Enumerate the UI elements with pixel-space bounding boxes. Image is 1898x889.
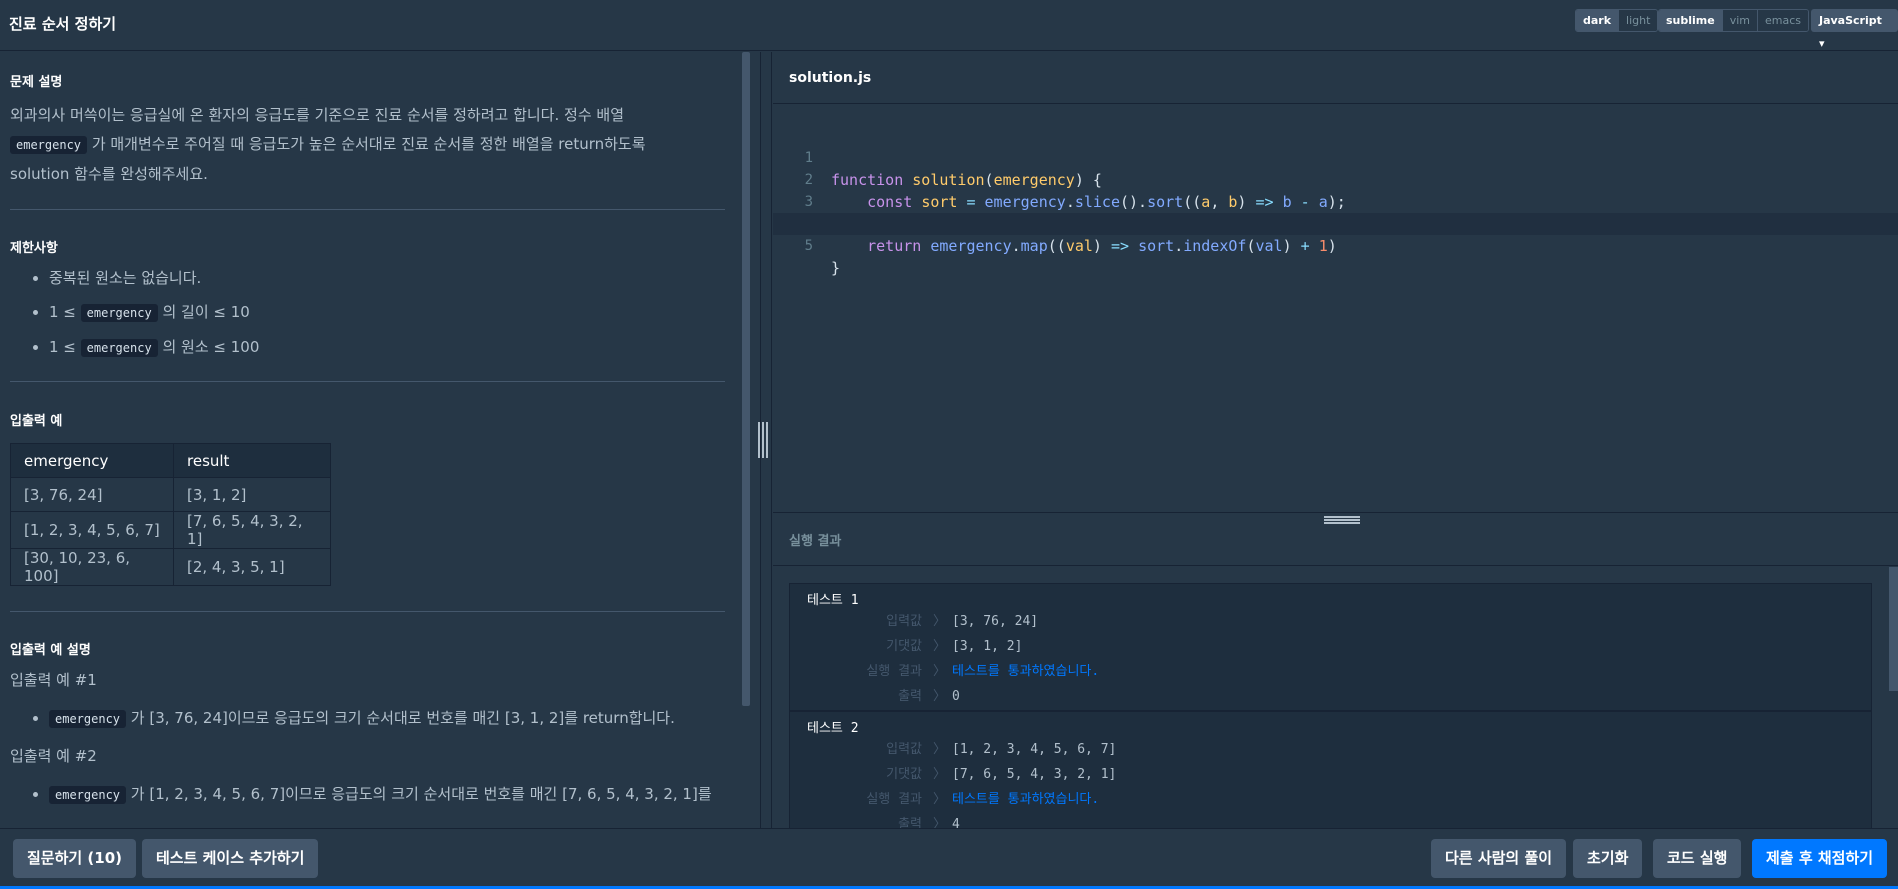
description-text: 외과의사 머쓱이는 응급실에 온 환자의 응급도를 기준으로 진료 순서를 정하… (10, 106, 646, 183)
example-2-title: 입출력 예 #2 (10, 747, 97, 765)
problem-scrollbar[interactable] (742, 52, 750, 706)
input-value: [1, 2, 3, 4, 5, 6, 7] (952, 742, 1117, 757)
status-value: 테스트를 통과하였습니다. (952, 664, 1100, 679)
output-value: 4 (952, 817, 960, 828)
test-title: 테스트 1 (807, 593, 859, 608)
constraints-list: 중복된 원소는 없습니다. 1 ≤ emergency 의 길이 ≤ 10 1 … (10, 264, 725, 363)
other-solutions-button[interactable]: 다른 사람의 풀이 (1431, 839, 1567, 878)
theme-toggle[interactable]: dark light (1575, 9, 1659, 32)
constraint-item: 1 ≤ emergency 의 길이 ≤ 10 (49, 298, 725, 328)
io-explain-heading: 입출력 예 설명 (10, 643, 91, 658)
example-1-list: emergency 가 [3, 76, 24]이므로 응급도의 크기 순서대로 … (10, 704, 725, 734)
row-label: 기댓값 (886, 639, 922, 654)
constraint-item: 1 ≤ emergency 의 원소 ≤ 100 (49, 333, 725, 363)
expected-value: [3, 1, 2] (952, 639, 1023, 654)
keymap-emacs-option[interactable]: emacs (1757, 10, 1809, 31)
section-divider (10, 209, 725, 210)
io-heading: 입출력 예 (10, 414, 63, 429)
test-case: 테스트 1 입력값 〉 [3, 76, 24] 기댓값 〉 [3, 1, 2] 실행 결… (789, 583, 1872, 711)
table-header: result (173, 443, 331, 478)
test-case: 테스트 2 입력값 〉 [1, 2, 3, 4, 5, 6, 7] 기댓값 〉 [7, … (789, 711, 1872, 828)
example-1-item: emergency 가 [3, 76, 24]이므로 응급도의 크기 순서대로 … (49, 704, 725, 734)
inline-code: emergency (10, 136, 88, 154)
result-scrollbar[interactable] (1889, 567, 1898, 691)
page-title: 진료 순서 정하기 (9, 15, 117, 33)
keymap-vim-option[interactable]: vim (1721, 10, 1757, 31)
keymap-sublime-option[interactable]: sublime (1659, 10, 1722, 31)
code-line[interactable]: 1 function solution(emergency) { (773, 125, 1898, 189)
result-panel: 테스트 1 입력값 〉 [3, 76, 24] 기댓값 〉 [3, 1, 2] 실행 결… (773, 567, 1898, 828)
test-title: 테스트 2 (807, 721, 859, 736)
row-label: 출력 (898, 689, 922, 704)
reset-button[interactable]: 초기화 (1573, 839, 1643, 878)
table-row: [1, 2, 3, 4, 5, 6, 7] [7, 6, 5, 4, 3, 2,… (10, 511, 331, 549)
status-value: 테스트를 통과하였습니다. (952, 792, 1100, 807)
theme-light-option[interactable]: light (1618, 10, 1658, 31)
language-select[interactable]: JavaScript ▾ (1811, 9, 1898, 50)
splitter-grip-icon[interactable] (758, 422, 768, 458)
row-label: 기댓값 (886, 767, 922, 782)
row-label: 실행 결과 (866, 664, 922, 679)
top-header: 진료 순서 정하기 dark light sublime vim emacs J… (0, 0, 1898, 51)
code-editor[interactable]: 1 function solution(emergency) { 2 const… (773, 105, 1898, 512)
keymap-toggle[interactable]: sublime vim emacs (1658, 9, 1810, 32)
expected-value: [7, 6, 5, 4, 3, 2, 1] (952, 767, 1117, 782)
constraint-item: 중복된 원소는 없습니다. (49, 264, 725, 293)
table-row: [30, 10, 23, 6, 100] [2, 4, 3, 5, 1] (10, 548, 331, 586)
output-value: 0 (952, 689, 960, 704)
ask-question-button[interactable]: 질문하기 (10) (13, 839, 137, 878)
editor-header: solution.js (773, 52, 1898, 104)
table-header: emergency (10, 443, 174, 478)
example-2-list: emergency 가 [1, 2, 3, 4, 5, 6, 7]이므로 응급도… (10, 780, 725, 810)
footer-bar: 질문하기 (10) 테스트 케이스 추가하기 다른 사람의 풀이 초기화 코드 … (0, 828, 1898, 886)
result-header: 실행 결과 (773, 512, 1898, 566)
example-2-item: emergency 가 [1, 2, 3, 4, 5, 6, 7]이므로 응급도… (49, 780, 725, 810)
row-label: 입력값 (886, 614, 922, 629)
constraints-heading: 제한사항 (10, 241, 58, 256)
section-divider (10, 611, 725, 612)
row-label: 출력 (898, 817, 922, 828)
code-line[interactable]: 2 const sort = emergency.slice().sort((a… (773, 147, 1898, 211)
file-tab[interactable]: solution.js (789, 70, 871, 86)
io-table: emergency result [3, 76, 24] [3, 1, 2] [… (10, 443, 331, 586)
resize-grip-icon[interactable] (1324, 516, 1360, 524)
result-title: 실행 결과 (789, 534, 842, 549)
table-row: [3, 76, 24] [3, 1, 2] (10, 477, 331, 512)
example-1-title: 입출력 예 #1 (10, 671, 97, 689)
theme-dark-option[interactable]: dark (1576, 10, 1619, 31)
add-testcase-button[interactable]: 테스트 케이스 추가하기 (142, 839, 319, 878)
run-code-button[interactable]: 코드 실행 (1653, 839, 1742, 878)
description-heading: 문제 설명 (10, 75, 63, 90)
code-line-active[interactable]: 5 } (773, 213, 1898, 277)
row-label: 실행 결과 (866, 792, 922, 807)
row-label: 입력값 (886, 742, 922, 757)
problem-panel: 문제 설명 외과의사 머쓱이는 응급실에 온 환자의 응급도를 기준으로 진료 … (0, 52, 742, 828)
code-line[interactable]: 3 (773, 169, 1898, 210)
submit-button[interactable]: 제출 후 채점하기 (1752, 839, 1888, 878)
section-divider (10, 381, 725, 382)
input-value: [3, 76, 24] (952, 614, 1039, 629)
code-line[interactable]: 4 return emergency.map((val) => sort.ind… (773, 191, 1898, 255)
